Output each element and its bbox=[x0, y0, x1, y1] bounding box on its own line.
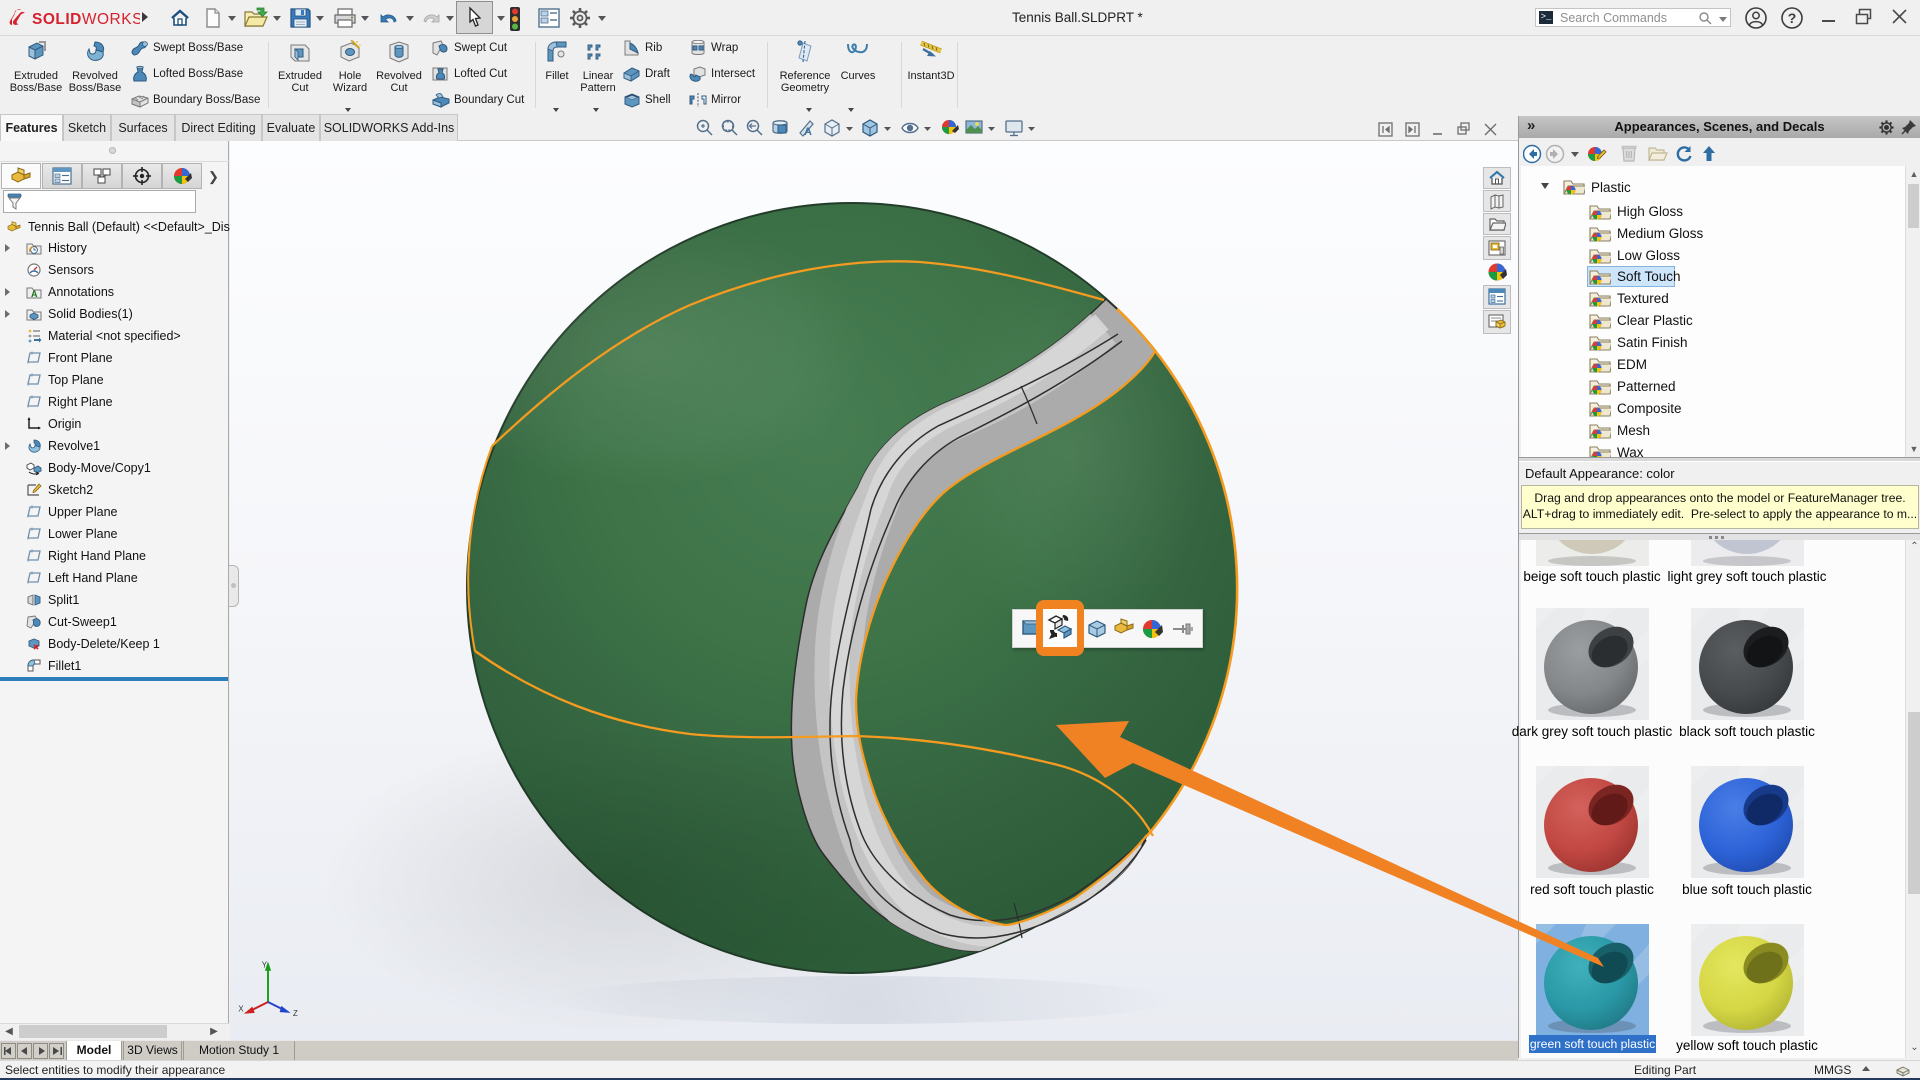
svg-text:Z: Z bbox=[293, 1009, 298, 1018]
svg-text:X: X bbox=[238, 1004, 244, 1013]
svg-text:A: A bbox=[31, 289, 38, 299]
svg-text:A: A bbox=[804, 126, 812, 138]
svg-text:Y: Y bbox=[262, 961, 268, 970]
svg-text:?: ? bbox=[1788, 10, 1797, 26]
svg-text:SOLIDWORKS: SOLIDWORKS bbox=[32, 11, 140, 28]
